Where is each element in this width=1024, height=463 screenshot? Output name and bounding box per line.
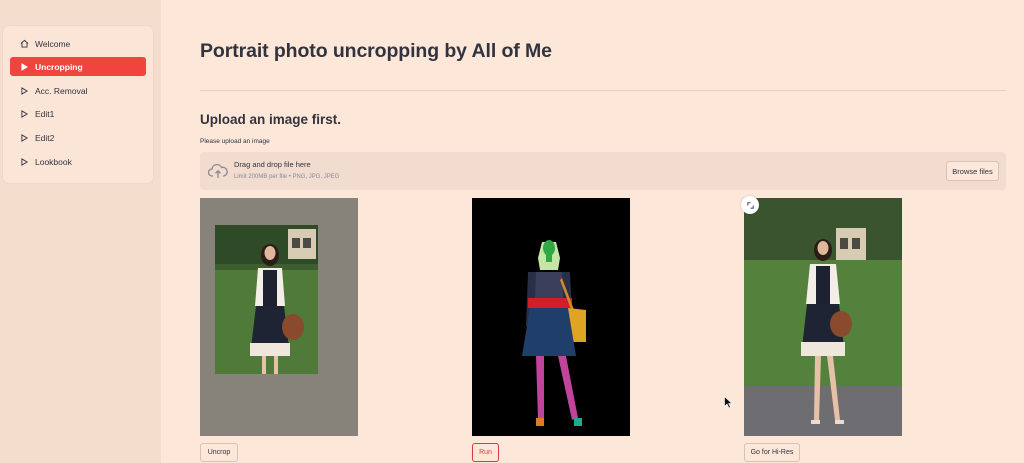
divider [200, 90, 1006, 91]
sidebar-item-label: Welcome [35, 38, 71, 49]
input-image [200, 198, 358, 436]
play-icon [19, 157, 29, 167]
play-icon [19, 86, 29, 96]
sidebar-item-edit1[interactable]: Edit1 [10, 104, 146, 123]
sidebar-item-welcome[interactable]: Welcome [10, 34, 146, 53]
upload-label: Please upload an image [200, 138, 270, 145]
hi-res-button[interactable]: Go for Hi-Res [744, 443, 800, 462]
segmentation-map [472, 198, 630, 436]
uncrop-button[interactable]: Uncrop [200, 443, 238, 462]
sidebar-item-lookbook[interactable]: Lookbook [10, 152, 146, 171]
fullscreen-icon[interactable] [741, 196, 759, 214]
run-button[interactable]: Run [472, 443, 499, 462]
page-title: Portrait photo uncropping by All of Me [200, 40, 552, 62]
sidebar-item-label: Edit2 [35, 132, 55, 143]
sidebar-item-label: Lookbook [35, 156, 72, 167]
sidebar-item-uncropping[interactable]: Uncropping [10, 57, 146, 76]
sidebar: Welcome Uncropping Acc. Removal Edit1 Ed… [0, 0, 161, 463]
app-window: Welcome Uncropping Acc. Removal Edit1 Ed… [0, 0, 1024, 463]
dropzone-limit: Limit 200MB per file • PNG, JPG, JPEG [234, 174, 340, 180]
home-icon [19, 39, 29, 49]
mouse-cursor-icon [724, 395, 733, 409]
file-dropzone[interactable]: Drag and drop file here Limit 200MB per … [200, 152, 1006, 190]
sidebar-item-acc-removal[interactable]: Acc. Removal [10, 81, 146, 100]
cloud-upload-icon [207, 163, 228, 179]
sidebar-item-label: Uncropping [35, 61, 83, 72]
section-heading: Upload an image first. [200, 112, 342, 127]
sidebar-item-edit2[interactable]: Edit2 [10, 128, 146, 147]
sidebar-item-label: Acc. Removal [35, 85, 88, 96]
sidebar-nav: Welcome Uncropping Acc. Removal Edit1 Ed… [3, 26, 153, 183]
browse-files-button[interactable]: Browse files [946, 161, 999, 181]
play-icon [19, 133, 29, 143]
sidebar-item-label: Edit1 [35, 108, 55, 119]
play-icon [19, 109, 29, 119]
output-image [744, 198, 902, 436]
play-icon [19, 62, 29, 72]
dropzone-instructions: Drag and drop file here [234, 160, 311, 169]
